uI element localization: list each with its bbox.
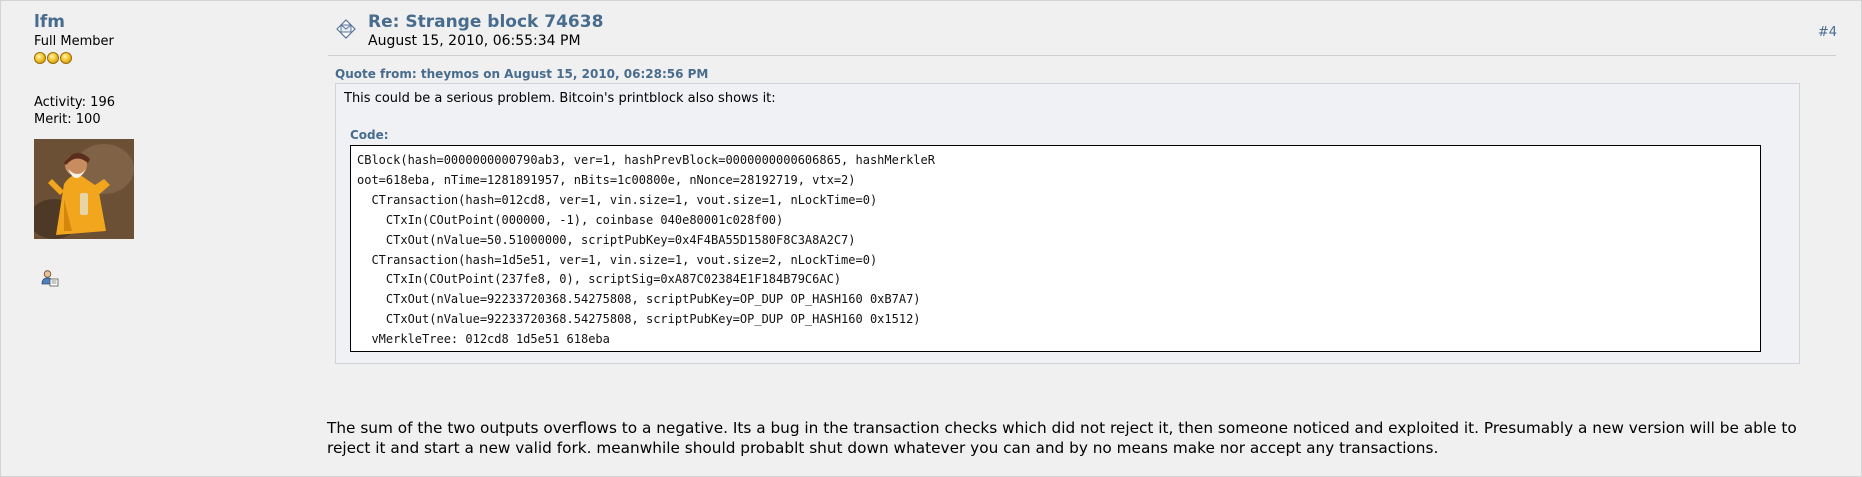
- avatar: [34, 139, 134, 239]
- code-line: CTransaction(hash=1d5e51, ver=1, vin.siz…: [357, 252, 878, 267]
- post-subject-link[interactable]: Re: Strange block 74638: [368, 12, 603, 33]
- header-divider: [328, 55, 1836, 56]
- post-number-link[interactable]: #4: [1818, 25, 1837, 40]
- poster-info: lfm Full Member Activity: 196 Merit: 100: [34, 11, 294, 287]
- forum-post: lfm Full Member Activity: 196 Merit: 100: [0, 0, 1862, 477]
- code-line: oot=618eba, nTime=1281891957, nBits=1c00…: [357, 172, 856, 187]
- quote-block: This could be a serious problem. Bitcoin…: [335, 83, 1800, 364]
- code-line: CTxIn(COutPoint(237fe8, 0), scriptSig=0x…: [357, 272, 842, 287]
- code-line: CTxIn(COutPoint(000000, -1), coinbase 04…: [357, 212, 784, 227]
- code-line: vMerkleTree: 012cd8 1d5e51 618eba: [357, 332, 610, 347]
- code-line: CTxOut(nValue=92233720368.54275808, scri…: [357, 292, 921, 307]
- code-label: Code:: [350, 128, 389, 142]
- code-line: CTxOut(nValue=50.51000000, scriptPubKey=…: [357, 232, 856, 247]
- code-line: CBlock(hash=0000000000790ab3, ver=1, has…: [357, 153, 935, 167]
- star-icon: [34, 52, 46, 64]
- code-line: CTransaction(hash=012cd8, ver=1, vin.siz…: [357, 192, 878, 207]
- poster-merit: Merit: 100: [34, 112, 101, 127]
- avatar-image: [34, 139, 134, 239]
- poster-activity: Activity: 196: [34, 95, 115, 110]
- star-icon: [60, 52, 72, 64]
- code-block[interactable]: CBlock(hash=0000000000790ab3, ver=1, has…: [350, 145, 1761, 352]
- quote-header-link[interactable]: Quote from: theymos on August 15, 2010, …: [335, 67, 708, 81]
- profile-icon[interactable]: [41, 269, 59, 287]
- rank-stars: [34, 52, 294, 66]
- post-body-text: The sum of the two outputs overflows to …: [327, 419, 1797, 457]
- poster-name-link[interactable]: lfm: [34, 11, 294, 33]
- poster-rank: Full Member: [34, 34, 114, 49]
- post-date: August 15, 2010, 06:55:34 PM: [368, 33, 581, 49]
- message-icon: [334, 17, 358, 41]
- star-icon: [47, 52, 59, 64]
- quote-text: This could be a serious problem. Bitcoin…: [344, 91, 776, 106]
- code-line: CTxOut(nValue=92233720368.54275808, scri…: [357, 312, 921, 327]
